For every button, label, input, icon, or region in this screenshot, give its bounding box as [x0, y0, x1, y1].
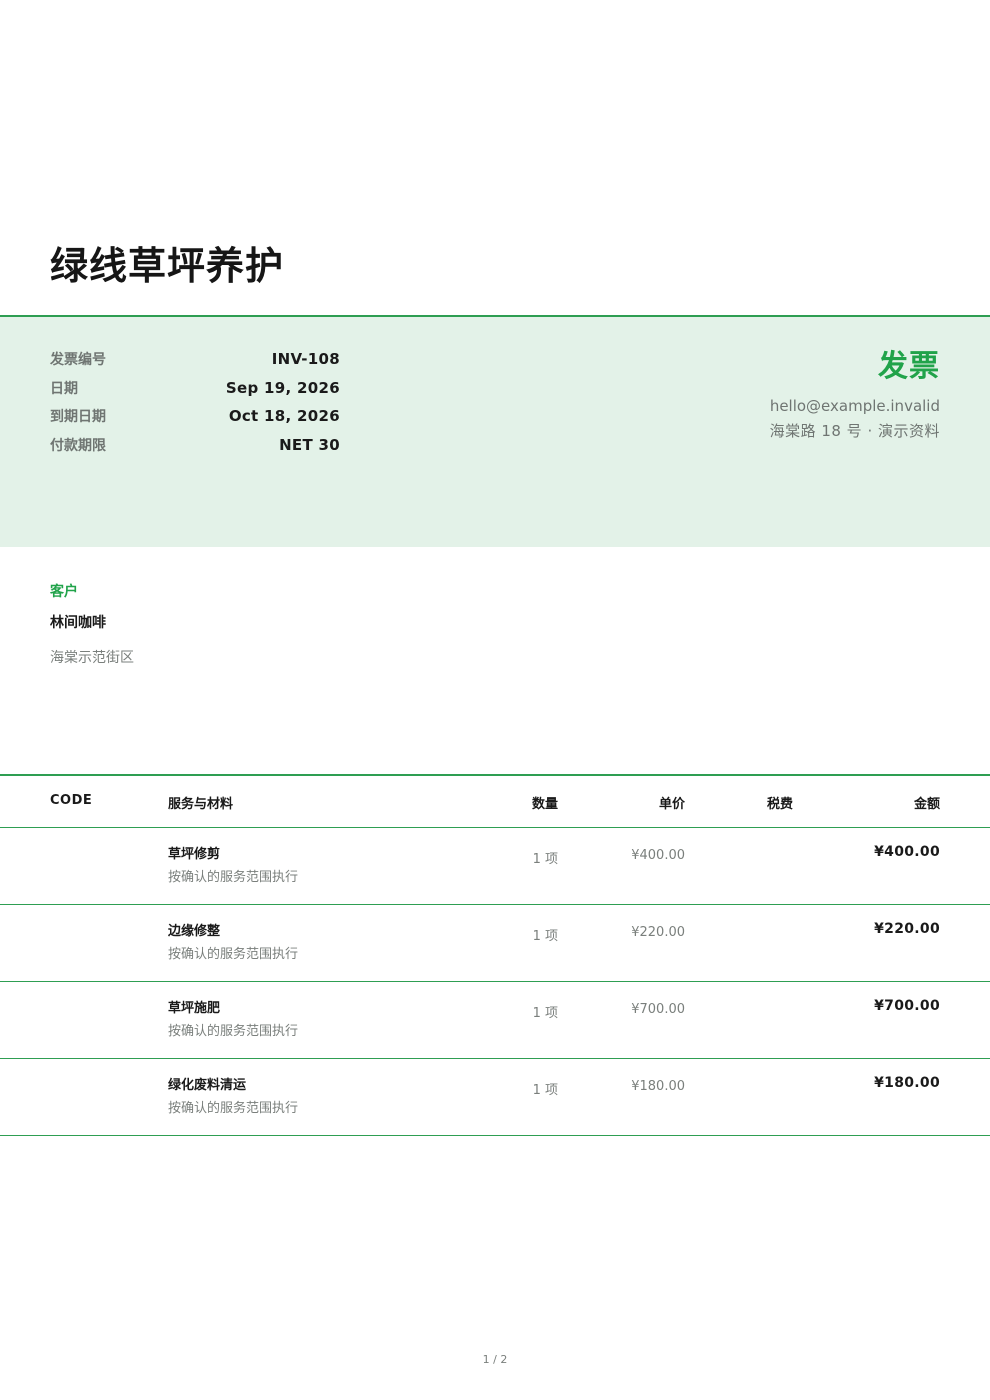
- sender-address: 海棠路 18 号 · 演示资料: [769, 422, 940, 440]
- meta-label: 日期: [50, 380, 78, 397]
- company-name: 绿线草坪养护: [50, 244, 285, 288]
- invoice-header-band: 发票编号 INV-108 日期 Sep 19, 2026 到期日期 Oct 18…: [0, 315, 990, 547]
- header-quantity: 数量: [531, 797, 558, 812]
- meta-label: 发票编号: [50, 352, 106, 369]
- client-name: 林间咖啡: [50, 615, 106, 631]
- meta-value: NET 30: [279, 435, 340, 454]
- meta-value: INV-108: [271, 350, 340, 369]
- header-amount: 金额: [913, 797, 940, 812]
- item-name: 草坪施肥: [168, 1001, 221, 1016]
- line-items-table: CODE 服务与材料 数量 单价 税费 金额 草坪修剪 按确认的服务范围执行 1…: [0, 774, 990, 1136]
- item-name: 边缘修整: [168, 924, 221, 939]
- meta-row-date: 日期 Sep 19, 2026: [50, 374, 340, 403]
- meta-label: 付款期限: [50, 437, 106, 454]
- table-row: 绿化废料清运 按确认的服务范围执行 1 项 ¥180.00 ¥180.00: [0, 1059, 990, 1136]
- item-quantity: 1 项: [532, 1006, 558, 1021]
- item-quantity: 1 项: [532, 1083, 558, 1098]
- item-amount: ¥180.00: [874, 1075, 940, 1091]
- meta-value: Oct 18, 2026: [228, 407, 340, 426]
- item-note: 按确认的服务范围执行: [168, 1024, 299, 1039]
- header-unit-price: 单价: [658, 797, 685, 812]
- item-unit-price: ¥400.00: [631, 848, 685, 863]
- meta-row-due-date: 到期日期 Oct 18, 2026: [50, 402, 340, 431]
- client-label: 客户: [50, 584, 78, 600]
- item-note: 按确认的服务范围执行: [168, 1101, 299, 1116]
- table-row: 草坪施肥 按确认的服务范围执行 1 项 ¥700.00 ¥700.00: [0, 982, 990, 1059]
- item-quantity: 1 项: [532, 852, 558, 867]
- item-quantity: 1 项: [532, 929, 558, 944]
- header-code: CODE: [50, 793, 93, 808]
- invoice-meta-table: 发票编号 INV-108 日期 Sep 19, 2026 到期日期 Oct 18…: [50, 345, 340, 459]
- header-description: 服务与材料: [168, 797, 234, 812]
- item-unit-price: ¥700.00: [631, 1002, 685, 1017]
- item-note: 按确认的服务范围执行: [168, 947, 299, 962]
- table-header-row: CODE 服务与材料 数量 单价 税费 金额: [0, 776, 990, 828]
- table-row: 边缘修整 按确认的服务范围执行 1 项 ¥220.00 ¥220.00: [0, 905, 990, 982]
- item-amount: ¥220.00: [874, 921, 940, 937]
- sender-email: hello@example.invalid: [769, 397, 940, 415]
- meta-row-payment-terms: 付款期限 NET 30: [50, 431, 340, 460]
- item-amount: ¥700.00: [874, 998, 940, 1014]
- table-row: 草坪修剪 按确认的服务范围执行 1 项 ¥400.00 ¥400.00: [0, 828, 990, 905]
- item-name: 草坪修剪: [168, 847, 221, 862]
- document-title: 发票: [878, 349, 940, 384]
- meta-row-invoice-number: 发票编号 INV-108: [50, 345, 340, 374]
- item-note: 按确认的服务范围执行: [168, 870, 299, 885]
- meta-value: Sep 19, 2026: [225, 378, 340, 397]
- header-tax: 税费: [767, 797, 794, 812]
- item-unit-price: ¥220.00: [631, 925, 685, 940]
- item-unit-price: ¥180.00: [631, 1079, 685, 1094]
- item-amount: ¥400.00: [874, 844, 940, 860]
- page-number: 1 / 2: [482, 1353, 508, 1366]
- client-address: 海棠示范街区: [50, 650, 134, 666]
- item-name: 绿化废料清运: [168, 1078, 247, 1093]
- meta-label: 到期日期: [50, 409, 106, 426]
